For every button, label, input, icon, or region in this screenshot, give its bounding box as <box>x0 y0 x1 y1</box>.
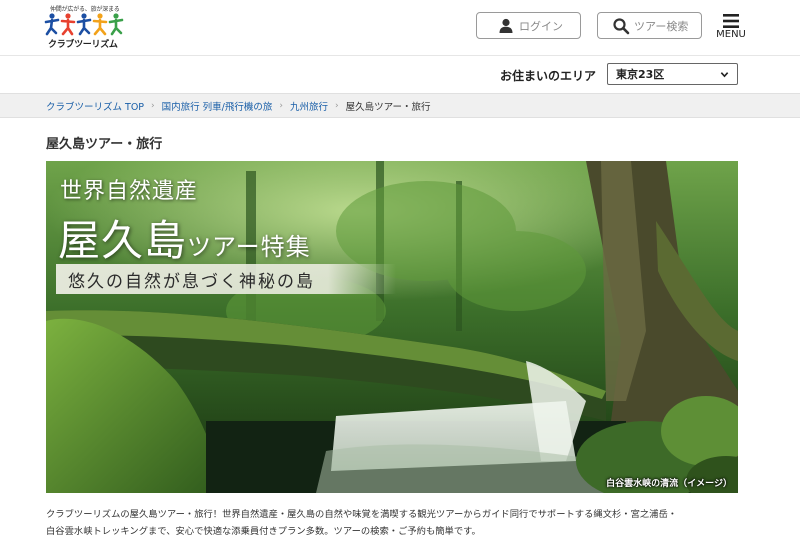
tour-search-label: ツアー検索 <box>634 19 689 33</box>
breadcrumb-item-domestic[interactable]: 国内旅行 列車/飛行機の旅 <box>162 99 273 113</box>
menu-label: MENU <box>716 29 746 40</box>
breadcrumb-separator-icon: › <box>335 100 339 111</box>
search-icon <box>613 17 630 34</box>
intro-description: クラブツーリズムの屋久島ツアー・旅行！世界自然遺産・屋久島の自然や味覚を満喫する… <box>46 506 746 540</box>
intro-description-line: クラブツーリズムの屋久島ツアー・旅行！世界自然遺産・屋久島の自然や味覚を満喫する… <box>46 509 678 520</box>
logo-name: クラブツーリズム <box>48 40 118 50</box>
breadcrumb-separator-icon: › <box>279 100 283 111</box>
breadcrumb-item-kyushu[interactable]: 九州旅行 <box>290 99 328 113</box>
hero-banner[interactable]: 世界自然遺産 屋久島ツアー特集 悠久の自然が息づく神秘の島 白谷雲水峡の清流（イ… <box>46 161 738 493</box>
intro-description-line: 白谷雲水峡トレッキングまで、安心で快適な添乗員付きプラン多数。ツアーの検索・ご予… <box>46 526 481 537</box>
hero-heading: 屋久島ツアー特集 <box>58 207 311 268</box>
breadcrumb-item-top[interactable]: クラブツーリズム TOP <box>46 99 144 113</box>
area-select[interactable]: 東京23区 <box>607 63 738 85</box>
hero-heading-suffix: ツアー特集 <box>187 233 311 261</box>
area-selected-value: 東京23区 <box>616 68 665 81</box>
area-label: お住まいのエリア <box>500 69 597 83</box>
login-button[interactable]: ログイン <box>476 12 581 39</box>
hamburger-icon <box>723 14 739 28</box>
logo[interactable]: 仲間が広がる、旅が深まる クラブツーリズム <box>44 4 126 50</box>
hero-caption: 白谷雲水峡の清流（イメージ） <box>606 479 732 489</box>
hero-heading-main: 屋久島 <box>58 216 188 265</box>
chevron-down-icon <box>720 72 729 78</box>
logo-figures-icon <box>44 13 124 36</box>
login-label: ログイン <box>519 19 563 33</box>
area-bar: お住まいのエリア 東京23区 <box>0 56 800 93</box>
site-header: 仲間が広がる、旅が深まる クラブツーリズム ログイン ツアー検索 MENU <box>0 0 800 56</box>
page-title: 屋久島ツアー・旅行 <box>46 137 163 152</box>
user-icon <box>499 18 513 33</box>
hero-subtitle: 悠久の自然が息づく神秘の島 <box>56 264 396 294</box>
hero-heading-top: 世界自然遺産 <box>60 179 199 204</box>
menu-button[interactable]: MENU <box>714 12 748 42</box>
tour-search-button[interactable]: ツアー検索 <box>597 12 702 39</box>
breadcrumb-separator-icon: › <box>151 100 155 111</box>
breadcrumb: クラブツーリズム TOP › 国内旅行 列車/飛行機の旅 › 九州旅行 › 屋久… <box>0 93 800 118</box>
breadcrumb-item-current: 屋久島ツアー・旅行 <box>345 101 431 113</box>
